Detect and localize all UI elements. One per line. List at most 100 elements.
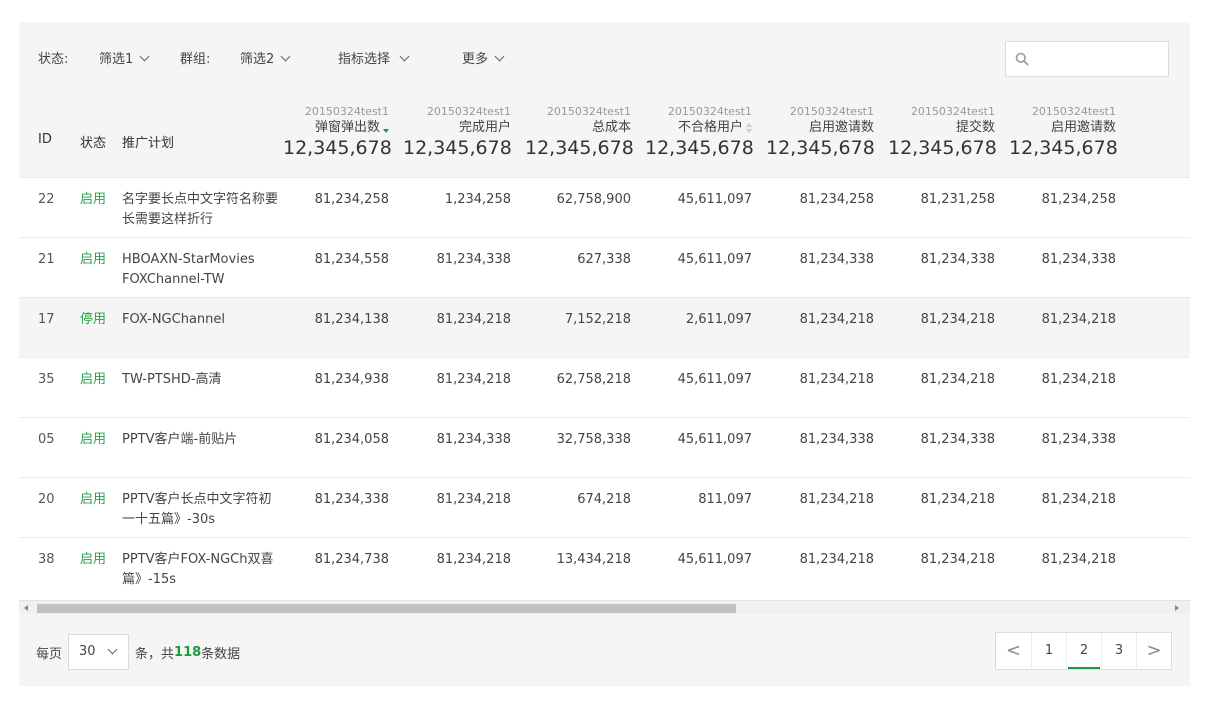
row-metric-value: 81,234,738 [314, 551, 389, 567]
column-total: 12,345,678 [283, 137, 392, 159]
next-page-icon[interactable]: > [1136, 633, 1171, 669]
total-count: 118 [174, 644, 202, 660]
column-header-name: 启用邀请数 [766, 119, 874, 136]
row-metric-value: 7,152,218 [564, 311, 631, 327]
row-plan-name[interactable]: PPTV客户FOX-NGCh双喜篇》-15s [103, 537, 283, 597]
sort-icon[interactable] [746, 123, 752, 133]
row-plan-name[interactable]: TW-PTSHD-高清 [103, 357, 283, 417]
row-metric-value: 45,611,097 [677, 371, 752, 387]
table-row[interactable]: 21 启用 HBOAXN-StarMovies FOXChannel-TW 81,23… [19, 237, 1190, 297]
column-header-metric[interactable]: 20150324test1 完成用户 12,345,678 [403, 96, 525, 177]
row-status[interactable]: 启用 [61, 477, 106, 537]
column-header-date: 2015 [1130, 105, 1190, 119]
row-metric-value: 81,234,218 [920, 371, 995, 387]
column-header-plan[interactable]: 推广计划 [103, 96, 283, 177]
row-status[interactable]: 停用 [61, 297, 106, 357]
status-filter-dropdown[interactable]: 筛选1 [99, 51, 150, 68]
row-metric-value: 81,234,338 [799, 251, 874, 267]
column-header-id[interactable]: ID [19, 96, 61, 177]
row-metric-value: 674,218 [577, 491, 631, 507]
row-plan-name[interactable]: HBOAXN-StarMovies FOXChannel-TW [103, 237, 283, 297]
table-row[interactable]: 05 启用 PPTV客户端-前贴片 81,234,058 81,234,338 32,75… [19, 417, 1190, 477]
row-metric-value: 81,234,338 [799, 431, 874, 447]
page-button-2[interactable]: 2 [1066, 633, 1101, 669]
table-row[interactable]: 20 启用 PPTV客户长点中文字符初一十五篇》-30s 81,234,338 81,2… [19, 477, 1190, 537]
row-plan-name[interactable]: FOX-NGChannel [103, 297, 283, 357]
row-metric-value: 81,234,058 [314, 431, 389, 447]
scroll-left-icon[interactable] [24, 605, 28, 611]
row-metric-value: 81,234,938 [314, 371, 389, 387]
row-id: 38 [38, 551, 55, 567]
prev-page-icon[interactable]: < [996, 633, 1031, 669]
more-dropdown[interactable]: 更多 [462, 51, 505, 68]
pagination: <1 2 3 > [995, 632, 1172, 670]
row-status[interactable]: 启用 [61, 537, 106, 597]
row-metric-value: 81,234,258 [314, 191, 389, 207]
table-body: 22 启用 名字要长点中文字符名称要长需要这样折行 81,234,258 1,234,2… [19, 177, 1190, 597]
sort-icon[interactable] [383, 123, 389, 133]
page-button-1[interactable]: 1 [1031, 633, 1066, 669]
row-status[interactable]: 启用 [61, 237, 106, 297]
column-header-metric[interactable]: 20150324test1 不合格用户 12,345,678 [645, 96, 766, 177]
column-total: 12,3 [1130, 136, 1190, 160]
column-header-name: 提交数 [888, 119, 995, 136]
row-metric-value: 32,758,338 [556, 431, 631, 447]
row-id: 17 [38, 311, 55, 327]
column-header-metric[interactable]: 2015 12,3 [1130, 96, 1190, 177]
row-status[interactable]: 启用 [61, 177, 106, 237]
column-header-metric[interactable]: 20150324test1 弹窗弹出数 12,345,678 [283, 96, 403, 177]
per-page-value: 30 [79, 644, 96, 659]
row-metric-value: 81,234,218 [436, 371, 511, 387]
row-metric-value: 13,434,218 [556, 551, 631, 567]
row-metric-value: 81 [1130, 237, 1190, 297]
row-metric-value: 81,234,218 [920, 491, 995, 507]
column-header-date: 20150324test1 [910, 105, 995, 118]
table-row[interactable]: 38 启用 PPTV客户FOX-NGCh双喜篇》-15s 81,234,738 81,2… [19, 537, 1190, 597]
row-metric-value: 81,234,258 [799, 191, 874, 207]
search-input[interactable] [1005, 41, 1169, 77]
row-plan-name[interactable]: 名字要长点中文字符名称要长需要这样折行 [103, 177, 283, 237]
row-metric-value: 81,234,338 [436, 431, 511, 447]
row-plan-name[interactable]: PPTV客户长点中文字符初一十五篇》-30s [103, 477, 283, 537]
per-page-select[interactable]: 30 [68, 634, 130, 670]
status-filter-value: 筛选1 [99, 52, 134, 67]
page-button-3[interactable]: 3 [1101, 633, 1136, 669]
table-footer: 每页 30 条，共 118 条数据 <1 2 3 > [19, 614, 1190, 686]
column-header-name-text: 弹窗弹出数 [314, 120, 380, 135]
metric-select-dropdown[interactable]: 指标选择 [338, 51, 410, 68]
column-header-metric[interactable]: 20150324test1 提交数 12,345,678 [888, 96, 1009, 177]
row-metric-value: 81,234,218 [920, 311, 995, 327]
group-filter-dropdown[interactable]: 筛选2 [240, 51, 291, 68]
horizontal-scrollbar[interactable] [19, 600, 1190, 614]
row-metric-value: 81,234,218 [1041, 371, 1116, 387]
chevron-down-icon [494, 51, 505, 62]
row-metric-value: 81,234,338 [1041, 431, 1116, 447]
column-header-metric[interactable]: 20150324test1 启用邀请数 12,345,678 [1009, 96, 1130, 177]
row-status[interactable]: 启用 [61, 357, 106, 417]
row-metric-value: 81,234,218 [1041, 491, 1116, 507]
table-row[interactable]: 22 启用 名字要长点中文字符名称要长需要这样折行 81,234,258 1,234,2… [19, 177, 1190, 237]
column-header-name-text: 总成本 [591, 120, 631, 135]
scroll-right-icon[interactable] [1175, 605, 1179, 611]
column-header-name [1130, 119, 1190, 136]
chevron-down-icon [280, 51, 291, 62]
group-filter-value: 筛选2 [240, 52, 275, 67]
column-header-metric[interactable]: 20150324test1 启用邀请数 12,345,678 [766, 96, 888, 177]
table-row[interactable]: 35 启用 TW-PTSHD-高清 81,234,938 81,234,218 62,75… [19, 357, 1190, 417]
column-header-name-text: 完成用户 [458, 120, 511, 135]
row-metric-value: 45,611,097 [677, 551, 752, 567]
scrollbar-thumb[interactable] [37, 604, 736, 613]
per-page-label: 每页 [36, 646, 63, 662]
table-row[interactable]: 17 停用 FOX-NGChannel 81,234,138 81,234,218 7,1… [19, 297, 1190, 357]
row-plan-name[interactable]: PPTV客户端-前贴片 [103, 417, 283, 477]
row-status[interactable]: 启用 [61, 417, 106, 477]
row-id: 35 [38, 371, 55, 387]
column-header-date: 20150324test1 [546, 105, 631, 118]
row-metric-value: 81,234,338 [314, 491, 389, 507]
status-filter-label: 状态: [38, 52, 69, 67]
column-header-metric[interactable]: 20150324test1 总成本 12,345,678 [525, 96, 645, 177]
column-header-status[interactable]: 状态 [61, 96, 106, 177]
column-header-name: 总成本 [525, 119, 631, 136]
column-header-name-text: 启用邀请数 [1050, 120, 1116, 135]
column-header-name-text: 提交数 [955, 120, 995, 135]
